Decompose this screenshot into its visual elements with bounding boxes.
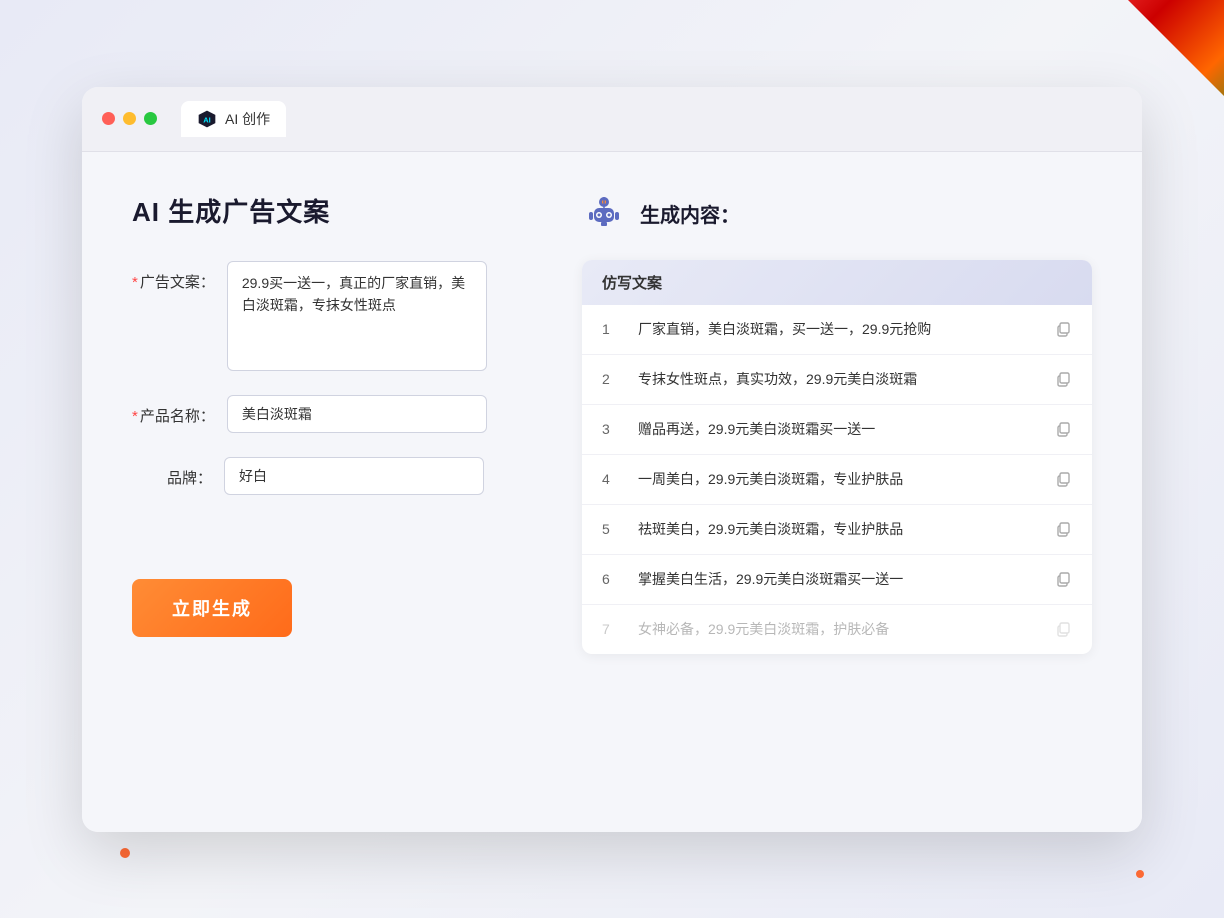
dot-decoration-right [1136, 870, 1144, 878]
copy-icon-4[interactable] [1054, 470, 1072, 488]
brand-label: 品牌： [132, 457, 212, 488]
tab-label: AI 创作 [225, 109, 270, 129]
copy-icon-2[interactable] [1054, 370, 1072, 388]
browser-window: AI AI 创作 AI 生成广告文案 *广告文案： 29.9买一送一，真正的厂家… [82, 87, 1142, 832]
ad-copy-label: *广告文案： [132, 261, 215, 292]
ad-copy-group: *广告文案： 29.9买一送一，真正的厂家直销，美白淡斑霜，专抹女性斑点 [132, 261, 522, 371]
svg-text:AI: AI [203, 115, 211, 124]
table-row: 5 祛斑美白，29.9元美白淡斑霜，专业护肤品 [582, 505, 1092, 555]
table-row: 7 女神必备，29.9元美白淡斑霜，护肤必备 [582, 605, 1092, 654]
row-num-1: 1 [602, 321, 622, 337]
table-row: 1 厂家直销，美白淡斑霜，买一送一，29.9元抢购 [582, 305, 1092, 355]
row-num-5: 5 [602, 521, 622, 537]
row-text-4: 一周美白，29.9元美白淡斑霜，专业护肤品 [638, 469, 1038, 490]
results-table: 仿写文案 1 厂家直销，美白淡斑霜，买一送一，29.9元抢购 2 专抹女性斑点，… [582, 260, 1092, 654]
ad-copy-input[interactable]: 29.9买一送一，真正的厂家直销，美白淡斑霜，专抹女性斑点 [227, 261, 487, 371]
table-row: 2 专抹女性斑点，真实功效，29.9元美白淡斑霜 [582, 355, 1092, 405]
row-text-1: 厂家直销，美白淡斑霜，买一送一，29.9元抢购 [638, 319, 1038, 340]
browser-content: AI 生成广告文案 *广告文案： 29.9买一送一，真正的厂家直销，美白淡斑霜，… [82, 152, 1142, 832]
maximize-button[interactable] [144, 112, 157, 125]
row-text-2: 专抹女性斑点，真实功效，29.9元美白淡斑霜 [638, 369, 1038, 390]
ai-tab-icon: AI [197, 109, 217, 129]
robot-icon [582, 192, 626, 236]
required-star-product: * [132, 408, 138, 425]
table-header: 仿写文案 [582, 260, 1092, 305]
product-name-input[interactable] [227, 395, 487, 433]
brand-group: 品牌： [132, 457, 522, 495]
row-num-4: 4 [602, 471, 622, 487]
row-text-6: 掌握美白生活，29.9元美白淡斑霜买一送一 [638, 569, 1038, 590]
copy-icon-1[interactable] [1054, 320, 1072, 338]
traffic-lights [102, 112, 157, 125]
right-title: 生成内容： [640, 199, 740, 228]
row-num-3: 3 [602, 421, 622, 437]
row-num-2: 2 [602, 371, 622, 387]
row-text-7: 女神必备，29.9元美白淡斑霜，护肤必备 [638, 619, 1038, 640]
browser-titlebar: AI AI 创作 [82, 87, 1142, 152]
copy-icon-5[interactable] [1054, 520, 1072, 538]
brand-input[interactable] [224, 457, 484, 495]
row-num-6: 6 [602, 571, 622, 587]
row-text-3: 赠品再送，29.9元美白淡斑霜买一送一 [638, 419, 1038, 440]
copy-icon-7[interactable] [1054, 620, 1072, 638]
dot-decoration-left [120, 848, 130, 858]
copy-icon-3[interactable] [1054, 420, 1072, 438]
product-name-label: *产品名称： [132, 395, 215, 426]
product-name-group: *产品名称： [132, 395, 522, 433]
generate-button[interactable]: 立即生成 [132, 579, 292, 637]
right-panel: 生成内容： 仿写文案 1 厂家直销，美白淡斑霜，买一送一，29.9元抢购 2 专… [582, 192, 1092, 792]
right-header: 生成内容： [582, 192, 1092, 236]
minimize-button[interactable] [123, 112, 136, 125]
page-title: AI 生成广告文案 [132, 192, 522, 229]
row-num-7: 7 [602, 621, 622, 637]
close-button[interactable] [102, 112, 115, 125]
left-panel: AI 生成广告文案 *广告文案： 29.9买一送一，真正的厂家直销，美白淡斑霜，… [132, 192, 522, 792]
table-row: 6 掌握美白生活，29.9元美白淡斑霜买一送一 [582, 555, 1092, 605]
required-star-ad: * [132, 274, 138, 291]
table-row: 3 赠品再送，29.9元美白淡斑霜买一送一 [582, 405, 1092, 455]
row-text-5: 祛斑美白，29.9元美白淡斑霜，专业护肤品 [638, 519, 1038, 540]
copy-icon-6[interactable] [1054, 570, 1072, 588]
table-row: 4 一周美白，29.9元美白淡斑霜，专业护肤品 [582, 455, 1092, 505]
browser-tab[interactable]: AI AI 创作 [181, 101, 286, 137]
